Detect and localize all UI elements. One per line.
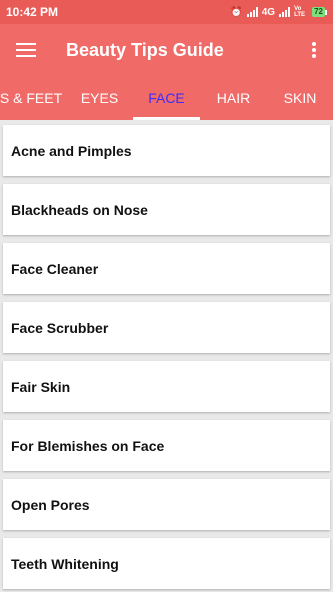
signal-icon-2 [279,7,291,17]
network-type: 4G [261,6,276,18]
tab-skin[interactable]: SKIN [267,76,333,120]
signal-icon [246,7,258,17]
list-item[interactable]: Blackheads on Nose [3,184,330,235]
list-item[interactable]: Fair Skin [3,361,330,412]
tab-hair[interactable]: HAIR [200,76,267,120]
volte-label: Vo LTE [294,6,305,18]
menu-icon[interactable] [16,43,36,57]
list-item[interactable]: Acne and Pimples [3,125,330,176]
list-item[interactable]: Open Pores [3,479,330,530]
alarm-icon: ⏰ [230,6,243,18]
battery-icon: 72 [312,7,327,17]
list-item[interactable]: For Blemishes on Face [3,420,330,471]
tab-hands-feet[interactable]: IS & FEET [0,76,66,120]
app-bar: Beauty Tips Guide [0,24,333,76]
app-title: Beauty Tips Guide [66,39,224,60]
overflow-menu-icon[interactable] [307,40,321,60]
status-icons: ⏰ 4G Vo LTE 72 [230,6,327,18]
status-bar: 10:42 PM ⏰ 4G Vo LTE 72 [0,0,333,24]
clock: 10:42 PM [6,5,59,19]
list-item[interactable]: Teeth Whitening [3,538,330,589]
tab-eyes[interactable]: EYES [66,76,133,120]
tab-bar: IS & FEET EYES FACE HAIR SKIN [0,76,333,120]
battery-level: 72 [312,7,325,17]
tips-list: Acne and Pimples Blackheads on Nose Face… [0,120,333,592]
tab-face[interactable]: FACE [133,76,200,120]
list-item[interactable]: Face Scrubber [3,302,330,353]
list-item[interactable]: Face Cleaner [3,243,330,294]
